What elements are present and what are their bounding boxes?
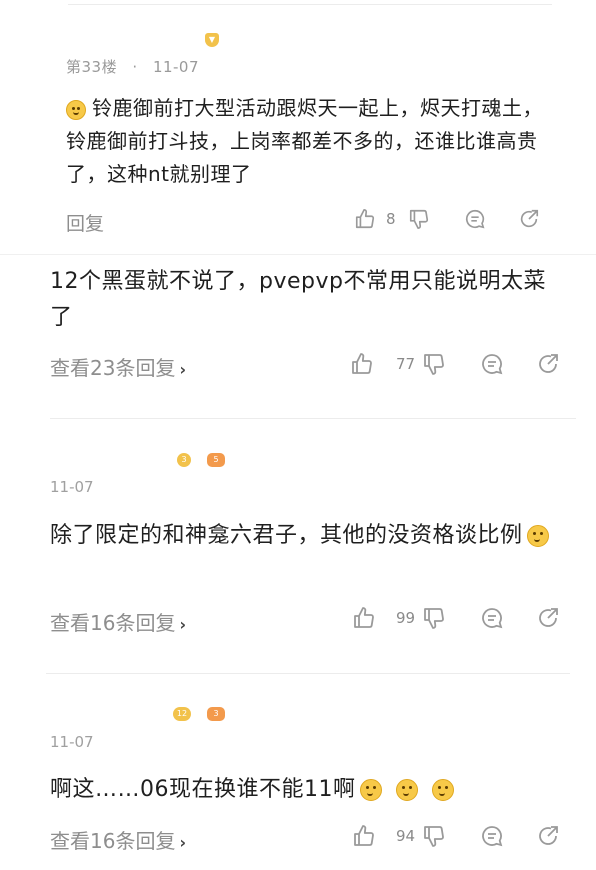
grimace-face-icon [395, 779, 418, 801]
comment-text: 铃鹿御前打大型活动跟烬天一起上，烬天打魂土，铃鹿御前打斗技，上岗率都差不多的，还… [66, 92, 546, 191]
comment-body: 铃鹿御前打大型活动跟烬天一起上，烬天打魂土，铃鹿御前打斗技，上岗率都差不多的，还… [66, 96, 543, 186]
view-replies-link[interactable]: 查看23条回复 › [50, 352, 186, 381]
comment-actions: 99 [352, 606, 560, 630]
like-count: 94 [396, 827, 416, 845]
share-icon[interactable] [536, 824, 560, 848]
chevron-right-icon: › [179, 833, 187, 852]
view-replies-link[interactable]: 查看16条回复 › [50, 607, 186, 636]
floor-number: 第33楼 [66, 58, 118, 76]
comment-body: 12个黑蛋就不说了，pvepvp不常用只能说明太菜了 [50, 269, 546, 330]
level-badge: ▼ [205, 33, 219, 47]
comment-date: 11-07 [50, 478, 94, 496]
level-badge: 3 [177, 453, 191, 467]
divider-top [68, 4, 552, 5]
smile-face-icon [526, 525, 549, 547]
thumbs-up-icon[interactable] [352, 824, 376, 848]
like-count: 8 [386, 210, 396, 228]
grimace-face-icon [431, 779, 454, 801]
comment-text: 12个黑蛋就不说了，pvepvp不常用只能说明太菜了 [50, 264, 560, 336]
thumbs-up-icon[interactable] [350, 352, 374, 376]
floor-label: 第33楼 · 11-07 [66, 56, 199, 77]
comment-bubble-icon[interactable] [480, 824, 504, 848]
share-icon[interactable] [518, 208, 540, 230]
view-replies-label: 查看23条回复 [50, 356, 176, 380]
like-count: 77 [396, 355, 416, 373]
comment-date: 11-07 [152, 58, 200, 76]
view-replies-link[interactable]: 查看16条回复 › [50, 825, 186, 854]
view-replies-label: 查看16条回复 [50, 829, 176, 853]
rank-badge: 3 [207, 707, 225, 721]
comment-text: 啊这……06现在换谁不能11啊 [50, 772, 570, 808]
thumbs-down-icon[interactable] [422, 352, 446, 376]
divider-1 [0, 254, 596, 255]
thinking-face-icon [66, 99, 86, 120]
comment-body: 除了限定的和神龛六君子，其他的没资格谈比例 [50, 523, 523, 548]
comment-bubble-icon[interactable] [480, 606, 504, 630]
like-count: 99 [396, 609, 416, 627]
comment-actions: 8 [354, 208, 540, 230]
share-icon[interactable] [536, 352, 560, 376]
view-replies-label: 查看16条回复 [50, 611, 176, 635]
comment-bubble-icon[interactable] [480, 352, 504, 376]
comment-body: 啊这……06现在换谁不能11啊 [50, 777, 356, 802]
dot-separator: · [132, 58, 138, 76]
comment-actions: 94 [352, 824, 560, 848]
thumbs-up-icon[interactable] [352, 606, 376, 630]
comment-bubble-icon[interactable] [464, 208, 486, 230]
thumbs-down-icon[interactable] [408, 208, 430, 230]
comment-text: 除了限定的和神龛六君子，其他的没资格谈比例 [50, 518, 570, 554]
reply-button[interactable]: 回复 [66, 209, 104, 236]
thumbs-down-icon[interactable] [422, 606, 446, 630]
share-icon[interactable] [536, 606, 560, 630]
chevron-right-icon: › [179, 615, 187, 634]
comment-actions: 77 [350, 352, 560, 376]
level-badge: 12 [173, 707, 191, 721]
thumbs-up-icon[interactable] [354, 208, 376, 230]
thumbs-down-icon[interactable] [422, 824, 446, 848]
divider-2 [50, 418, 576, 419]
grimace-face-icon [359, 779, 382, 801]
chevron-right-icon: › [179, 360, 187, 379]
comment-date: 11-07 [50, 733, 94, 751]
divider-3 [46, 673, 570, 674]
rank-badge: 5 [207, 453, 225, 467]
